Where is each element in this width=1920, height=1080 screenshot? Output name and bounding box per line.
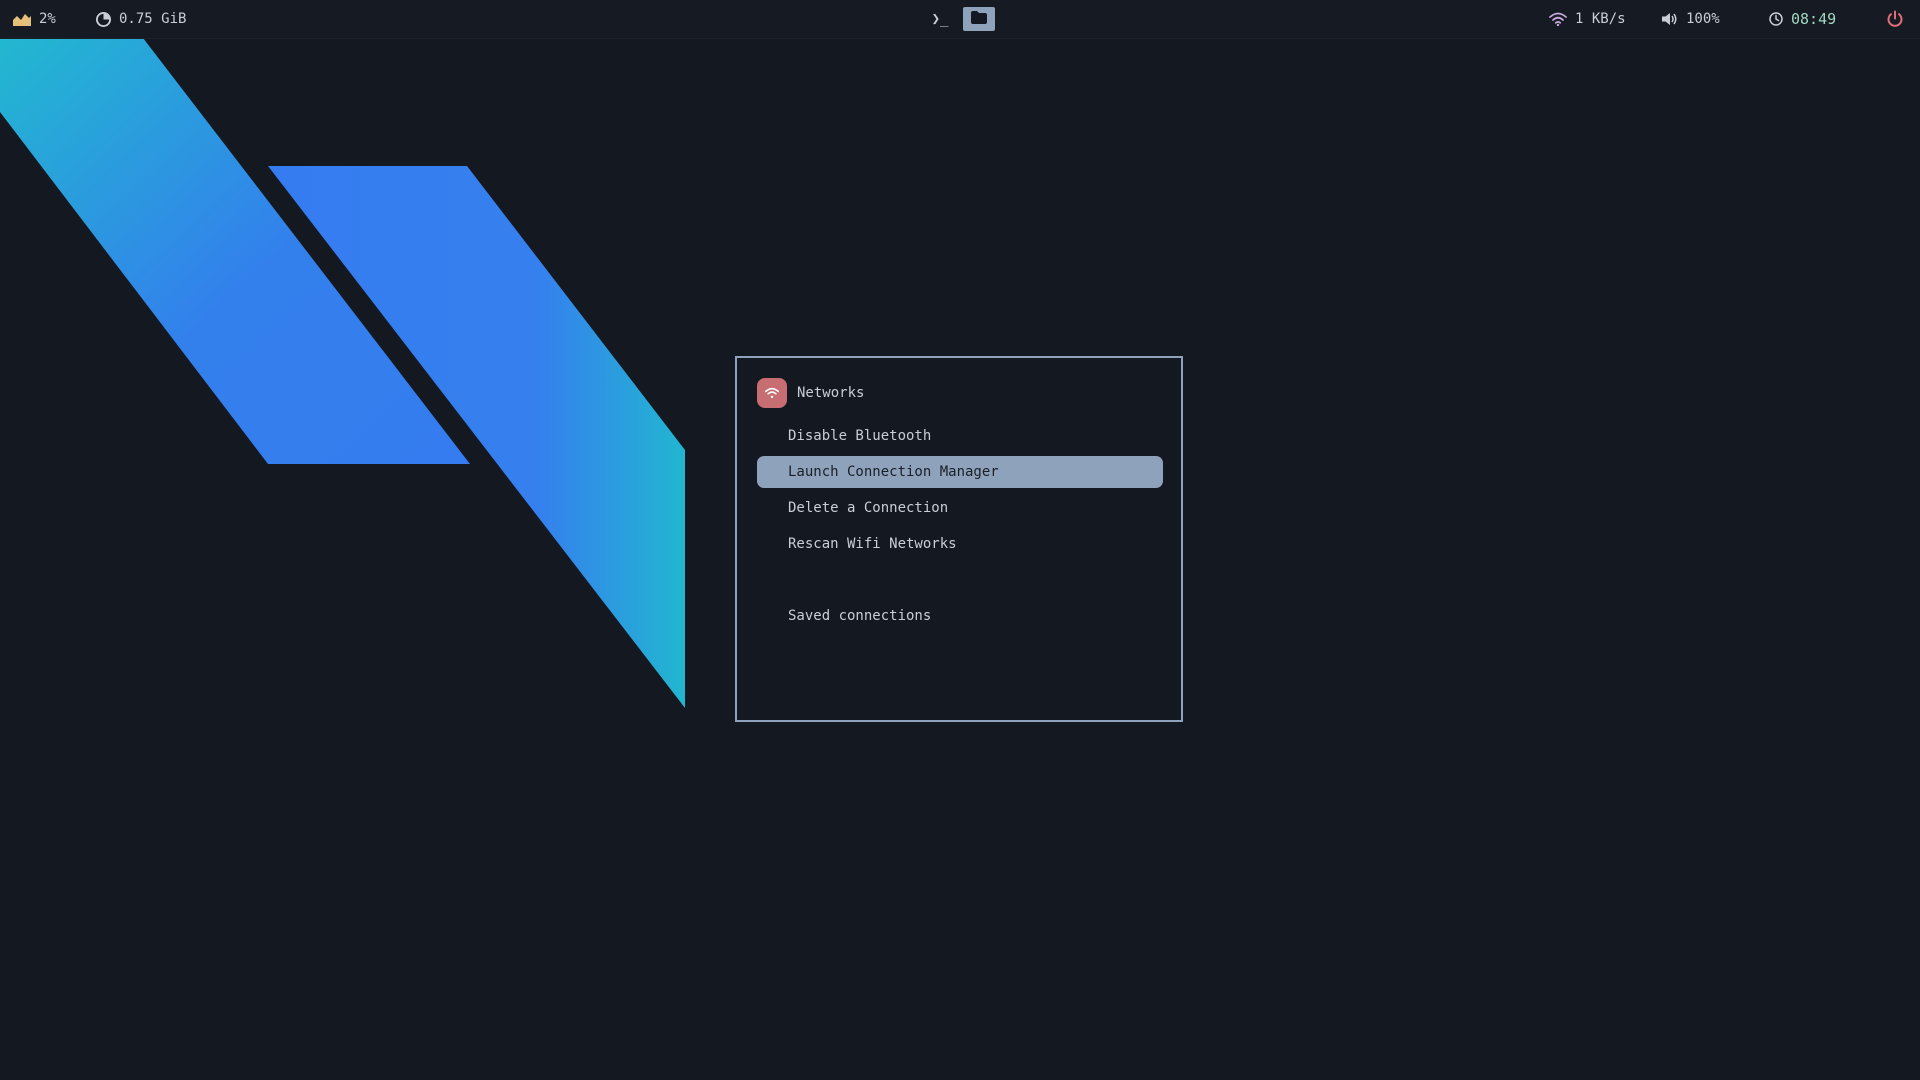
wifi-icon	[1549, 12, 1567, 26]
wifi-icon	[757, 378, 787, 408]
clock-widget[interactable]: 08:49	[1769, 0, 1836, 38]
memory-pie-icon	[96, 11, 111, 27]
workspace-terminal-button[interactable]: ❯_	[924, 7, 956, 31]
cpu-chart-icon	[13, 12, 31, 26]
memory-widget[interactable]: 0.75 GiB	[96, 0, 186, 38]
menu-entry-launch-connection-manager[interactable]: Launch Connection Manager	[757, 456, 1163, 488]
power-icon	[1886, 10, 1904, 28]
menu-prompt: Networks	[757, 378, 864, 408]
networks-menu: Networks Disable Bluetooth Launch Connec…	[735, 356, 1183, 722]
menu-entry-disable-bluetooth[interactable]: Disable Bluetooth	[757, 420, 1163, 452]
network-widget[interactable]: 1 KB/s	[1549, 0, 1626, 38]
desktop: 2% 0.75 GiB ❯_ 1 KB/s 100% 08:49 Network…	[0, 0, 1920, 1080]
network-speed-text: 1 KB/s	[1575, 11, 1626, 27]
workspace-folder-button[interactable]	[963, 7, 995, 31]
menu-entry-delete-connection[interactable]: Delete a Connection	[757, 492, 1163, 524]
clock-time-text: 08:49	[1791, 10, 1837, 28]
terminal-icon: ❯_	[931, 11, 949, 27]
cpu-widget[interactable]: 2%	[13, 0, 56, 38]
cpu-usage-text: 2%	[39, 11, 56, 27]
volume-level-text: 100%	[1686, 11, 1720, 27]
volume-widget[interactable]: 100%	[1662, 0, 1720, 38]
clock-icon	[1769, 12, 1783, 26]
menu-entry-blank[interactable]	[757, 564, 1163, 596]
menu-entries: Disable Bluetooth Launch Connection Mana…	[757, 420, 1163, 636]
menu-title: Networks	[797, 385, 865, 401]
folder-icon	[971, 10, 987, 28]
volume-icon	[1662, 12, 1678, 26]
power-button[interactable]	[1886, 0, 1904, 38]
menu-entry-rescan-wifi[interactable]: Rescan Wifi Networks	[757, 528, 1163, 560]
top-bar: 2% 0.75 GiB ❯_ 1 KB/s 100% 08:49	[0, 0, 1920, 39]
menu-entry-saved-connections[interactable]: Saved connections	[757, 600, 1163, 632]
memory-usage-text: 0.75 GiB	[119, 11, 187, 27]
